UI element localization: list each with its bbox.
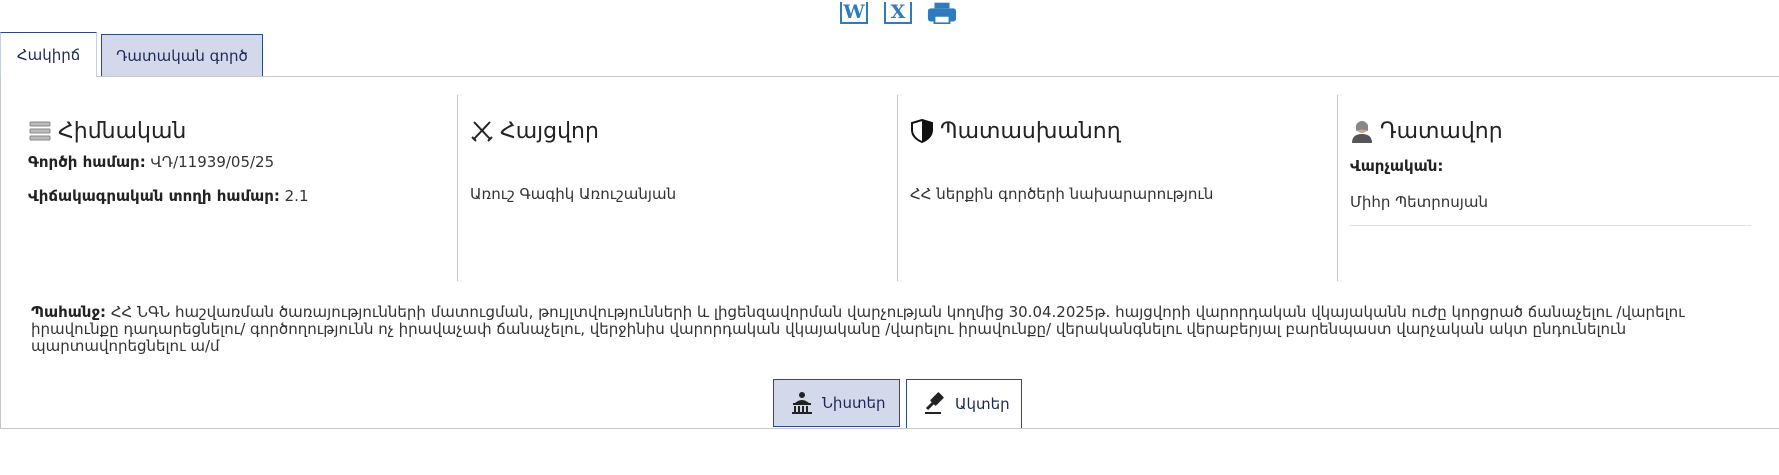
excel-icon[interactable]: X	[883, 0, 913, 24]
plaintiff-title: Հայցվոր	[500, 118, 599, 144]
tab-summary[interactable]: Հակիրճ	[0, 32, 97, 77]
summary-columns: Հիմնական Գործի համար: ՎԴ/11939/05/25 Վիճ…	[16, 95, 1763, 281]
stat-row-label: Վիճակագրական տողի համար:	[28, 187, 280, 205]
bottom-tabs-divider	[0, 428, 1779, 429]
gavel-icon	[923, 392, 947, 416]
excel-glyph: X	[884, 2, 912, 24]
tab-acts-label: Ակտեր	[955, 395, 1010, 413]
claim-body: ՀՀ ՆԳՆ հաշվառման ծառայությունների մատուց…	[31, 303, 1685, 355]
plaintiff-header: Հայցվոր	[470, 118, 885, 144]
basic-header: Հիմնական	[28, 118, 445, 144]
claim-label: Պահանջ:	[31, 303, 107, 321]
case-number-label: Գործի համար:	[28, 153, 146, 171]
case-number-row: Գործի համար: ՎԴ/11939/05/25	[28, 153, 445, 171]
list-icon	[28, 119, 52, 143]
defendant-column: Պատասխանող ՀՀ ներքին գործերի նախարարությ…	[897, 95, 1337, 281]
export-toolbar: W X	[839, 0, 957, 24]
judge-column: Դատավոր Վարչական: Միհր Պետրոսյան	[1337, 95, 1763, 281]
defendant-name: ՀՀ ներքին գործերի նախարարություն	[910, 185, 1214, 203]
content-frame	[0, 77, 1, 428]
main-tabs: Հակիրճ Դատական գործ	[0, 32, 263, 77]
shield-icon	[910, 119, 934, 143]
word-icon[interactable]: W	[839, 0, 869, 24]
tab-sessions[interactable]: Նիստեր	[773, 379, 900, 427]
judge-section-label: Վարչական:	[1350, 157, 1444, 175]
crossed-swords-icon	[470, 119, 494, 143]
claim-text: Պահանջ: ՀՀ ՆԳՆ հաշվառման ծառայություններ…	[31, 304, 1691, 355]
case-number-value: ՎԴ/11939/05/25	[150, 153, 275, 171]
judge-title: Դատավոր	[1380, 118, 1503, 144]
judge-name: Միհր Պետրոսյան	[1350, 193, 1751, 226]
word-glyph: W	[840, 2, 868, 24]
tabs-divider	[97, 76, 1779, 77]
judge-header: Դատավոր	[1350, 118, 1751, 144]
basic-title: Հիմնական	[58, 118, 187, 144]
tab-sessions-label: Նիստեր	[822, 394, 886, 412]
basic-column: Հիմնական Գործի համար: ՎԴ/11939/05/25 Վիճ…	[16, 95, 457, 281]
defendant-header: Պատասխանող	[910, 118, 1325, 144]
bottom-tabs: Նիստեր Ակտեր	[773, 379, 1022, 428]
stat-row-row: Վիճակագրական տողի համար: 2.1	[28, 187, 445, 205]
defendant-title: Պատասխանող	[940, 118, 1121, 144]
courthouse-icon	[790, 391, 814, 415]
tab-acts[interactable]: Ակտեր	[906, 379, 1022, 428]
plaintiff-column: Հայցվոր Առուշ Գագիկ Առուշանյան	[457, 95, 897, 281]
tab-court-case[interactable]: Դատական գործ	[101, 34, 263, 77]
plaintiff-name: Առուշ Գագիկ Առուշանյան	[470, 185, 677, 203]
printer-icon[interactable]	[927, 0, 957, 24]
stat-row-value: 2.1	[284, 187, 309, 205]
judge-avatar-icon	[1350, 119, 1374, 143]
